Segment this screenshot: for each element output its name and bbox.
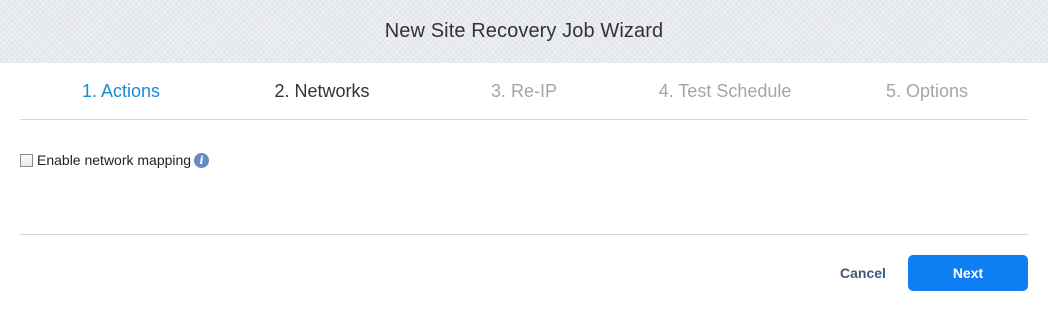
cancel-button[interactable]: Cancel	[828, 255, 898, 291]
step-actions[interactable]: 1. Actions	[82, 81, 160, 102]
next-button[interactable]: Next	[908, 255, 1028, 291]
step-networks[interactable]: 2. Networks	[274, 81, 369, 102]
title-bar: New Site Recovery Job Wizard	[0, 0, 1048, 63]
wizard-steps: 1. Actions 2. Networks 3. Re-IP 4. Test …	[20, 63, 1028, 120]
wizard-dialog: New Site Recovery Job Wizard 1. Actions …	[0, 0, 1048, 311]
network-mapping-row: Enable network mapping i	[20, 152, 210, 168]
info-icon[interactable]: i	[194, 152, 210, 168]
step-test-schedule: 4. Test Schedule	[658, 81, 792, 101]
enable-network-mapping-label[interactable]: Enable network mapping	[37, 152, 191, 168]
enable-network-mapping-checkbox[interactable]	[20, 153, 33, 167]
step-options: 5. Options	[885, 81, 969, 101]
step-re-ip: 3. Re-IP	[490, 81, 558, 101]
wizard-footer: Cancel Next	[0, 235, 1048, 311]
wizard-title: New Site Recovery Job Wizard	[384, 20, 664, 42]
wizard-content: Enable network mapping i	[20, 120, 1028, 235]
